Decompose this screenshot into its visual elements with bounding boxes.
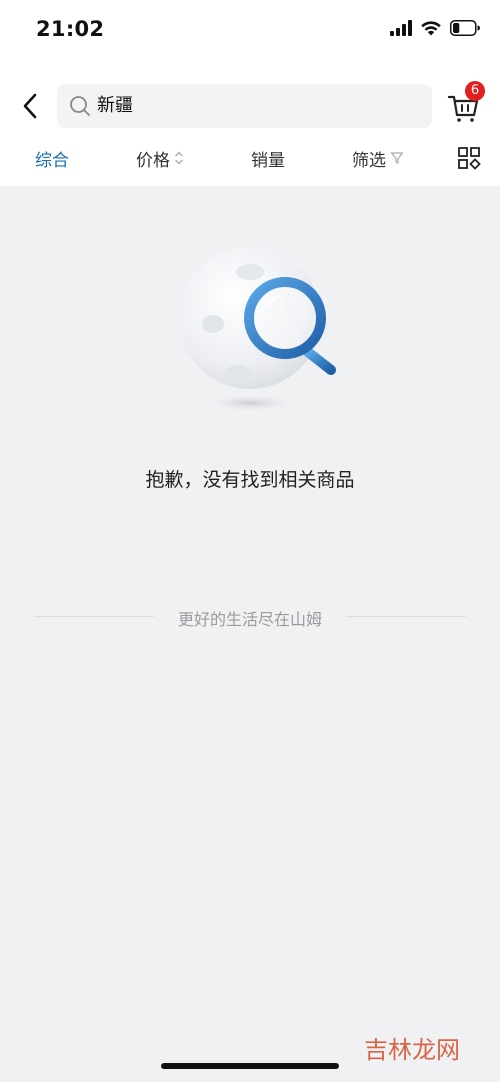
search-input[interactable]: 新疆 [57, 84, 432, 128]
watermark: 吉林龙网 [364, 1036, 460, 1064]
moon-magnifier-illustration [174, 242, 344, 417]
battery-icon [450, 20, 480, 40]
home-indicator [161, 1063, 339, 1069]
sort-comprehensive-tab[interactable]: 综合 [35, 146, 69, 171]
search-header: 新疆 6 [0, 81, 500, 128]
sort-bar: 综合 价格 销量 筛选 [0, 138, 500, 178]
status-time: 21:02 [36, 17, 105, 41]
empty-result-message: 抱歉，没有找到相关商品 [145, 469, 355, 491]
status-bar: 21:02 [0, 0, 500, 62]
filter-tab[interactable]: 筛选 [352, 146, 404, 171]
signal-icon [390, 20, 412, 40]
slogan-text: 更好的生活尽在山姆 [177, 610, 322, 629]
sort-comprehensive-label: 综合 [35, 150, 69, 171]
layout-toggle-button[interactable] [457, 146, 481, 170]
sort-sales-label: 销量 [251, 150, 285, 171]
back-button[interactable] [14, 90, 46, 122]
search-icon [70, 96, 90, 116]
status-icons [390, 19, 480, 41]
sort-price-tab[interactable]: 价格 [136, 146, 184, 171]
filter-label: 筛选 [352, 150, 386, 171]
wifi-icon [420, 20, 442, 40]
filter-icon [390, 151, 404, 165]
cart-badge: 6 [465, 81, 485, 101]
sort-sales-tab[interactable]: 销量 [251, 146, 285, 171]
divider-line-right [346, 616, 466, 617]
search-query-text: 新疆 [97, 95, 133, 116]
sort-price-label: 价格 [136, 150, 170, 171]
grid-layout-icon [458, 147, 481, 170]
slogan-divider: 更好的生活尽在山姆 [34, 604, 466, 629]
back-arrow-icon [23, 93, 37, 119]
sort-updown-icon [174, 150, 184, 166]
